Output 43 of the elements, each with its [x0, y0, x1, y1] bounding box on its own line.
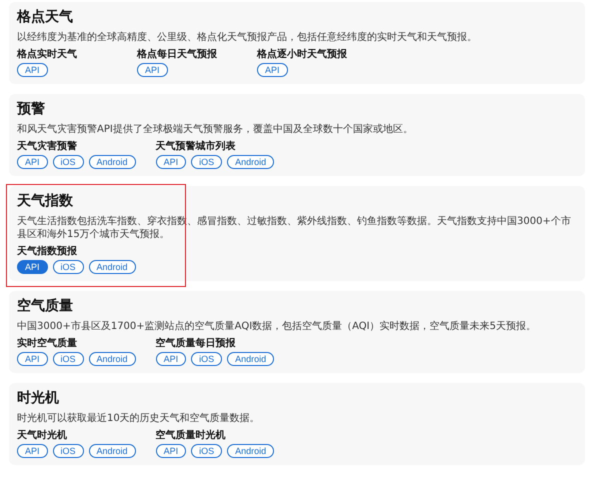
product-name: 空气质量时光机	[156, 430, 227, 442]
platform-tag[interactable]: Android	[88, 444, 136, 458]
section-description: 和风天气灾害预警API提供了全球极端天气预警服务，覆盖中国及全球数十个国家或地区。	[17, 123, 414, 136]
platform-tag[interactable]: API	[156, 155, 186, 169]
platform-tag[interactable]: iOS	[191, 352, 222, 366]
platform-tag[interactable]: iOS	[52, 352, 84, 366]
platform-tag[interactable]: API	[17, 444, 48, 458]
section-description: 中国3000+市县区及1700+监测站点的空气质量AQI数据，包括空气质量（AQI）实时数据，空气质量未来5天预报。	[17, 320, 537, 333]
platform-tag[interactable]: API	[17, 63, 48, 77]
product-name: 天气预警城市列表	[156, 141, 237, 153]
platform-tag[interactable]: Android	[88, 260, 136, 274]
platform-tag[interactable]: Android	[227, 352, 274, 366]
product-name: 天气指数预报	[17, 246, 78, 258]
product-name: 空气质量每日预报	[156, 338, 237, 350]
platform-tag[interactable]: API	[137, 63, 168, 77]
platform-tag[interactable]: API	[17, 352, 48, 366]
platform-tag[interactable]: iOS	[52, 155, 84, 169]
platform-tag[interactable]: Android	[227, 444, 274, 458]
platform-tag[interactable]: API	[17, 260, 48, 274]
product-name: 格点逐小时天气预报	[257, 49, 348, 61]
platform-tag[interactable]: Android	[88, 352, 136, 366]
product-name: 天气时光机	[17, 430, 68, 442]
platform-tag[interactable]: Android	[227, 155, 274, 169]
platform-tag[interactable]: iOS	[191, 444, 222, 458]
section-title: 天气指数	[17, 193, 74, 210]
platform-tag[interactable]: API	[17, 155, 48, 169]
platform-tag[interactable]: iOS	[191, 155, 222, 169]
section-description: 以经纬度为基准的全球高精度、公里级、格点化天气预报产品，包括任意经纬度的实时天气和天气预报。	[17, 31, 478, 44]
product-name: 格点每日天气预报	[137, 49, 218, 61]
section-title: 预警	[17, 101, 46, 118]
product-name: 格点实时天气	[17, 49, 78, 61]
platform-tag[interactable]: API	[156, 352, 186, 366]
section-title: 时光机	[17, 390, 60, 407]
platform-tag[interactable]: iOS	[52, 444, 84, 458]
product-name: 实时空气质量	[17, 338, 78, 350]
platform-tag[interactable]: iOS	[52, 260, 84, 274]
section-description: 时光机可以获取最近10天的历史天气和空气质量数据。	[17, 412, 261, 425]
platform-tag[interactable]: API	[156, 444, 186, 458]
platform-tag[interactable]: API	[257, 63, 288, 77]
section-title: 空气质量	[17, 298, 74, 315]
platform-tag[interactable]: Android	[88, 155, 136, 169]
product-name: 天气灾害预警	[17, 141, 78, 153]
section-title: 格点天气	[17, 9, 74, 26]
